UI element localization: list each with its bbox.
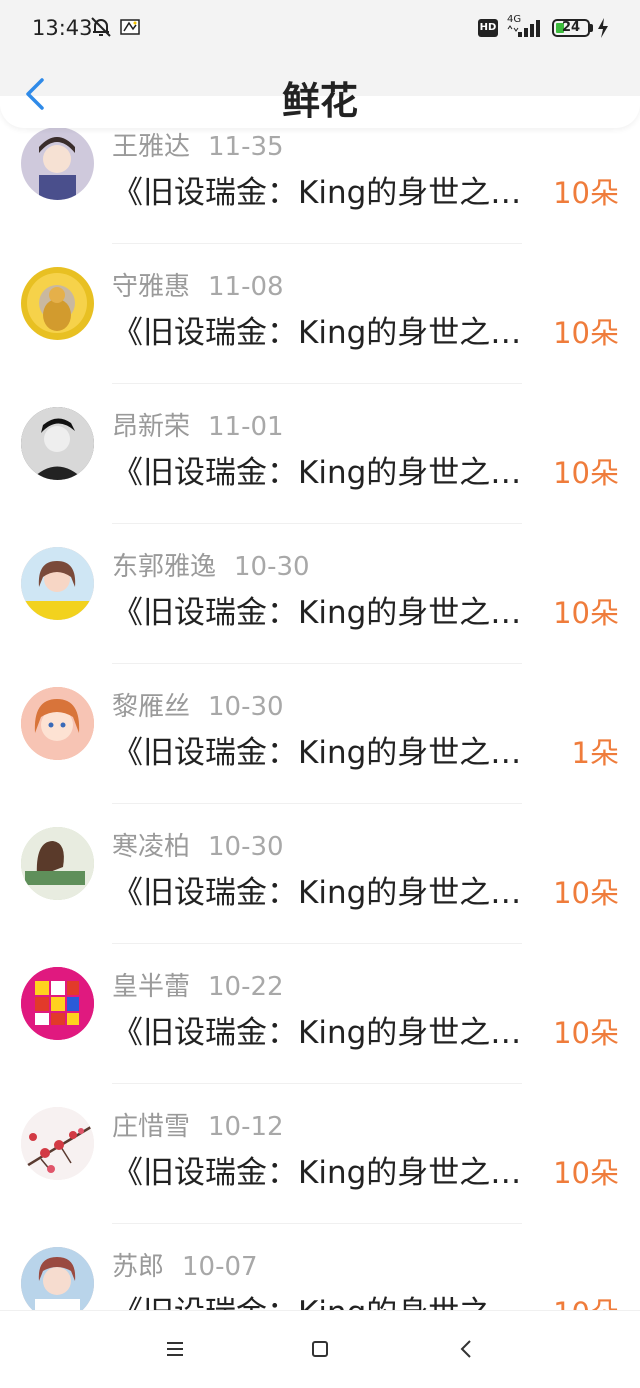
avatar[interactable]	[21, 687, 94, 760]
send-date: 10-30	[234, 552, 310, 582]
list-item[interactable]: 寒凌柏 10-30 《旧设瑞金：King的身世之谜》 10朵	[0, 804, 640, 944]
send-date: 10-22	[208, 972, 284, 1002]
flower-count: 10朵	[553, 316, 619, 350]
send-date: 10-30	[208, 832, 284, 862]
send-date: 11-35	[208, 132, 284, 162]
list-item[interactable]: 苏郎 10-07 《旧设瑞金：King的身世之谜》 10朵	[0, 1224, 640, 1310]
book-title[interactable]: 《旧设瑞金：King的身世之谜》	[112, 1007, 552, 1052]
user-name: 黎雁丝	[112, 692, 191, 722]
user-name: 王雅达	[112, 132, 191, 162]
user-name: 庄惜雪	[112, 1112, 191, 1142]
user-info: 庄惜雪 10-12	[112, 1106, 284, 1143]
page-title: 鲜花	[281, 79, 358, 123]
flower-count: 10朵	[553, 1156, 619, 1190]
book-title[interactable]: 《旧设瑞金：King的身世之谜》	[112, 307, 552, 352]
flower-count: 10朵	[553, 876, 619, 910]
book-title[interactable]: 《旧设瑞金：King的身世之谜》	[112, 867, 552, 912]
bell-muted-icon	[91, 17, 111, 37]
book-title[interactable]: 《旧设瑞金：King的身世之谜》	[112, 727, 552, 772]
battery-level: 24	[561, 20, 581, 35]
menu-icon[interactable]	[165, 1341, 185, 1357]
hd-icon: HD	[478, 19, 498, 37]
send-date: 10-07	[182, 1252, 258, 1282]
flower-count: 10朵	[553, 1016, 619, 1050]
send-date: 10-12	[208, 1112, 284, 1142]
user-name: 守雅惠	[112, 272, 191, 302]
send-date: 11-01	[208, 412, 284, 442]
avatar[interactable]	[21, 1247, 94, 1310]
avatar[interactable]	[21, 1107, 94, 1180]
home-icon[interactable]	[312, 1341, 328, 1357]
book-title[interactable]: 《旧设瑞金：King的身世之谜》	[112, 447, 552, 492]
user-info: 东郭雅逸 10-30	[112, 546, 310, 583]
app-notification-icon	[120, 19, 140, 35]
status-bar: 13:43 HD 4G 24	[0, 0, 640, 56]
flower-count: 10朵	[553, 176, 619, 210]
avatar[interactable]	[21, 127, 94, 200]
user-name: 皇半蕾	[112, 972, 191, 1002]
flower-count: 1朵	[571, 736, 619, 770]
flower-list[interactable]: 王雅达 11-35 《旧设瑞金：King的身世之谜》 10朵 守雅惠 11-08 《…	[0, 0, 640, 1310]
battery-icon: 24	[552, 19, 590, 37]
flower-count: 10朵	[553, 596, 619, 630]
user-name: 寒凌柏	[112, 832, 191, 862]
system-nav-bar	[0, 1310, 640, 1388]
user-info: 苏郎 10-07	[112, 1246, 258, 1283]
list-item[interactable]: 东郭雅逸 10-30 《旧设瑞金：King的身世之谜》 10朵	[0, 524, 640, 664]
app-header: 鲜花	[0, 56, 640, 128]
status-time: 13:43	[32, 16, 93, 40]
book-title[interactable]: 《旧设瑞金：King的身世之谜》	[112, 1147, 552, 1192]
book-title[interactable]: 《旧设瑞金：King的身世之谜》	[112, 1287, 552, 1310]
avatar[interactable]	[21, 827, 94, 900]
list-item[interactable]: 庄惜雪 10-12 《旧设瑞金：King的身世之谜》 10朵	[0, 1084, 640, 1224]
avatar[interactable]	[21, 407, 94, 480]
list-item[interactable]: 黎雁丝 10-30 《旧设瑞金：King的身世之谜》 1朵	[0, 664, 640, 804]
user-info: 皇半蕾 10-22	[112, 966, 284, 1003]
user-name: 东郭雅逸	[112, 552, 217, 582]
list-item[interactable]: 皇半蕾 10-22 《旧设瑞金：King的身世之谜》 10朵	[0, 944, 640, 1084]
avatar[interactable]	[21, 967, 94, 1040]
flower-count: 10朵	[553, 456, 619, 490]
signal-icon	[507, 20, 540, 37]
list-item[interactable]: 守雅惠 11-08 《旧设瑞金：King的身世之谜》 10朵	[0, 244, 640, 384]
list-item[interactable]: 昂新荣 11-01 《旧设瑞金：King的身世之谜》 10朵	[0, 384, 640, 524]
avatar[interactable]	[21, 547, 94, 620]
flower-count: 10朵	[553, 1290, 619, 1310]
user-name: 苏郎	[112, 1252, 165, 1282]
user-name: 昂新荣	[112, 412, 191, 442]
user-info: 昂新荣 11-01	[112, 406, 284, 443]
book-title[interactable]: 《旧设瑞金：King的身世之谜》	[112, 587, 552, 632]
send-date: 11-08	[208, 272, 284, 302]
charging-bolt-icon	[598, 18, 608, 38]
avatar[interactable]	[21, 267, 94, 340]
nav-back-icon[interactable]	[458, 1338, 474, 1360]
user-info: 王雅达 11-35	[112, 126, 284, 163]
user-info: 寒凌柏 10-30	[112, 826, 284, 863]
battery-tip	[590, 24, 593, 32]
book-title[interactable]: 《旧设瑞金：King的身世之谜》	[112, 167, 552, 212]
user-info: 黎雁丝 10-30	[112, 686, 284, 723]
send-date: 10-30	[208, 692, 284, 722]
user-info: 守雅惠 11-08	[112, 266, 284, 303]
